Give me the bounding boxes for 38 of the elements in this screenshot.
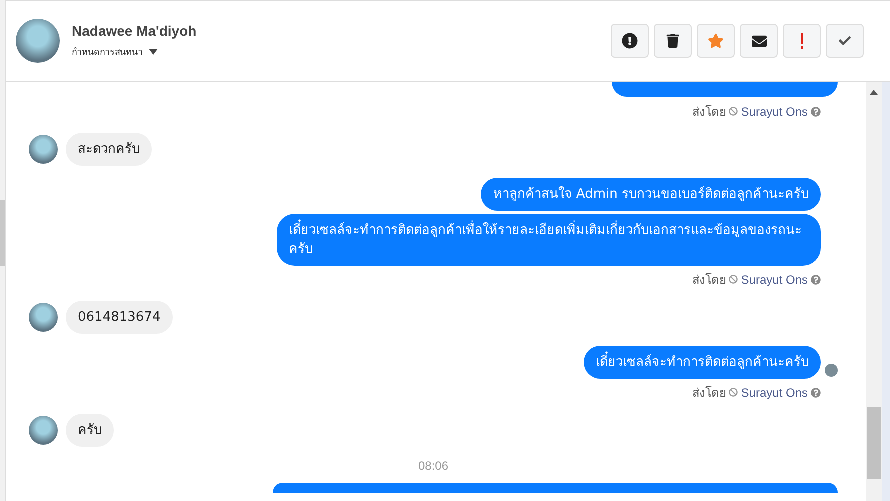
star-button[interactable] xyxy=(697,24,735,58)
help-icon[interactable] xyxy=(811,106,821,116)
agent-name[interactable]: Surayut Ons xyxy=(741,104,808,118)
avatar xyxy=(16,19,60,63)
exclamation-icon xyxy=(800,33,804,49)
sent-by-label: ส่งโดย xyxy=(692,104,726,121)
scroll-up-icon[interactable] xyxy=(870,90,878,95)
message-bubble: เดี๋ยวเซลล์จะทำการติดต่อลูกค้านะครับ xyxy=(584,346,821,379)
done-button[interactable] xyxy=(826,24,864,58)
contact-name: Nadawee Ma'diyoh xyxy=(72,23,198,39)
help-icon[interactable] xyxy=(811,274,821,284)
timestamp: 08:06 xyxy=(418,459,449,473)
caret-icon[interactable] xyxy=(149,49,158,55)
message-bubble: เดี๋ยวเซลล์จะทำการติดต่อลูกค้าเพื่อให้รายละเอียดเพิ่มเติมเกี่ยวกับเอกสารและข้อมูลของรถนะครับ xyxy=(277,214,821,266)
conversation-setting[interactable]: กำหนดการสนทนา xyxy=(72,45,143,59)
mail-button[interactable] xyxy=(740,24,778,58)
avatar xyxy=(29,135,58,164)
scrollbar-thumb[interactable] xyxy=(867,407,881,479)
message-bubble: ครับ xyxy=(66,414,114,447)
message-bubble: สะดวกครับ xyxy=(66,133,152,166)
report-button[interactable] xyxy=(611,24,649,58)
alert-icon xyxy=(622,33,638,49)
message-bubble: หาลูกค้าสนใจ Admin รบกวนขอเบอร์ติดต่อลูกค้านะครับ xyxy=(481,178,821,211)
envelope-icon xyxy=(752,34,766,48)
sent-by-label: ส่งโดย xyxy=(692,272,726,289)
scrollbar-thumb[interactable] xyxy=(0,200,5,266)
avatar xyxy=(29,303,58,332)
check-icon xyxy=(839,35,851,47)
star-icon xyxy=(708,33,724,49)
important-button[interactable] xyxy=(783,24,821,58)
delete-button[interactable] xyxy=(654,24,692,58)
trash-icon xyxy=(666,34,680,48)
agent-name[interactable]: Surayut Ons xyxy=(741,272,808,286)
help-icon[interactable] xyxy=(811,388,821,398)
message-bubble: 0614813674 xyxy=(66,301,173,334)
agent-name[interactable]: Surayut Ons xyxy=(741,386,808,400)
avatar xyxy=(29,416,58,445)
sent-by-label: ส่งโดย xyxy=(692,385,726,402)
